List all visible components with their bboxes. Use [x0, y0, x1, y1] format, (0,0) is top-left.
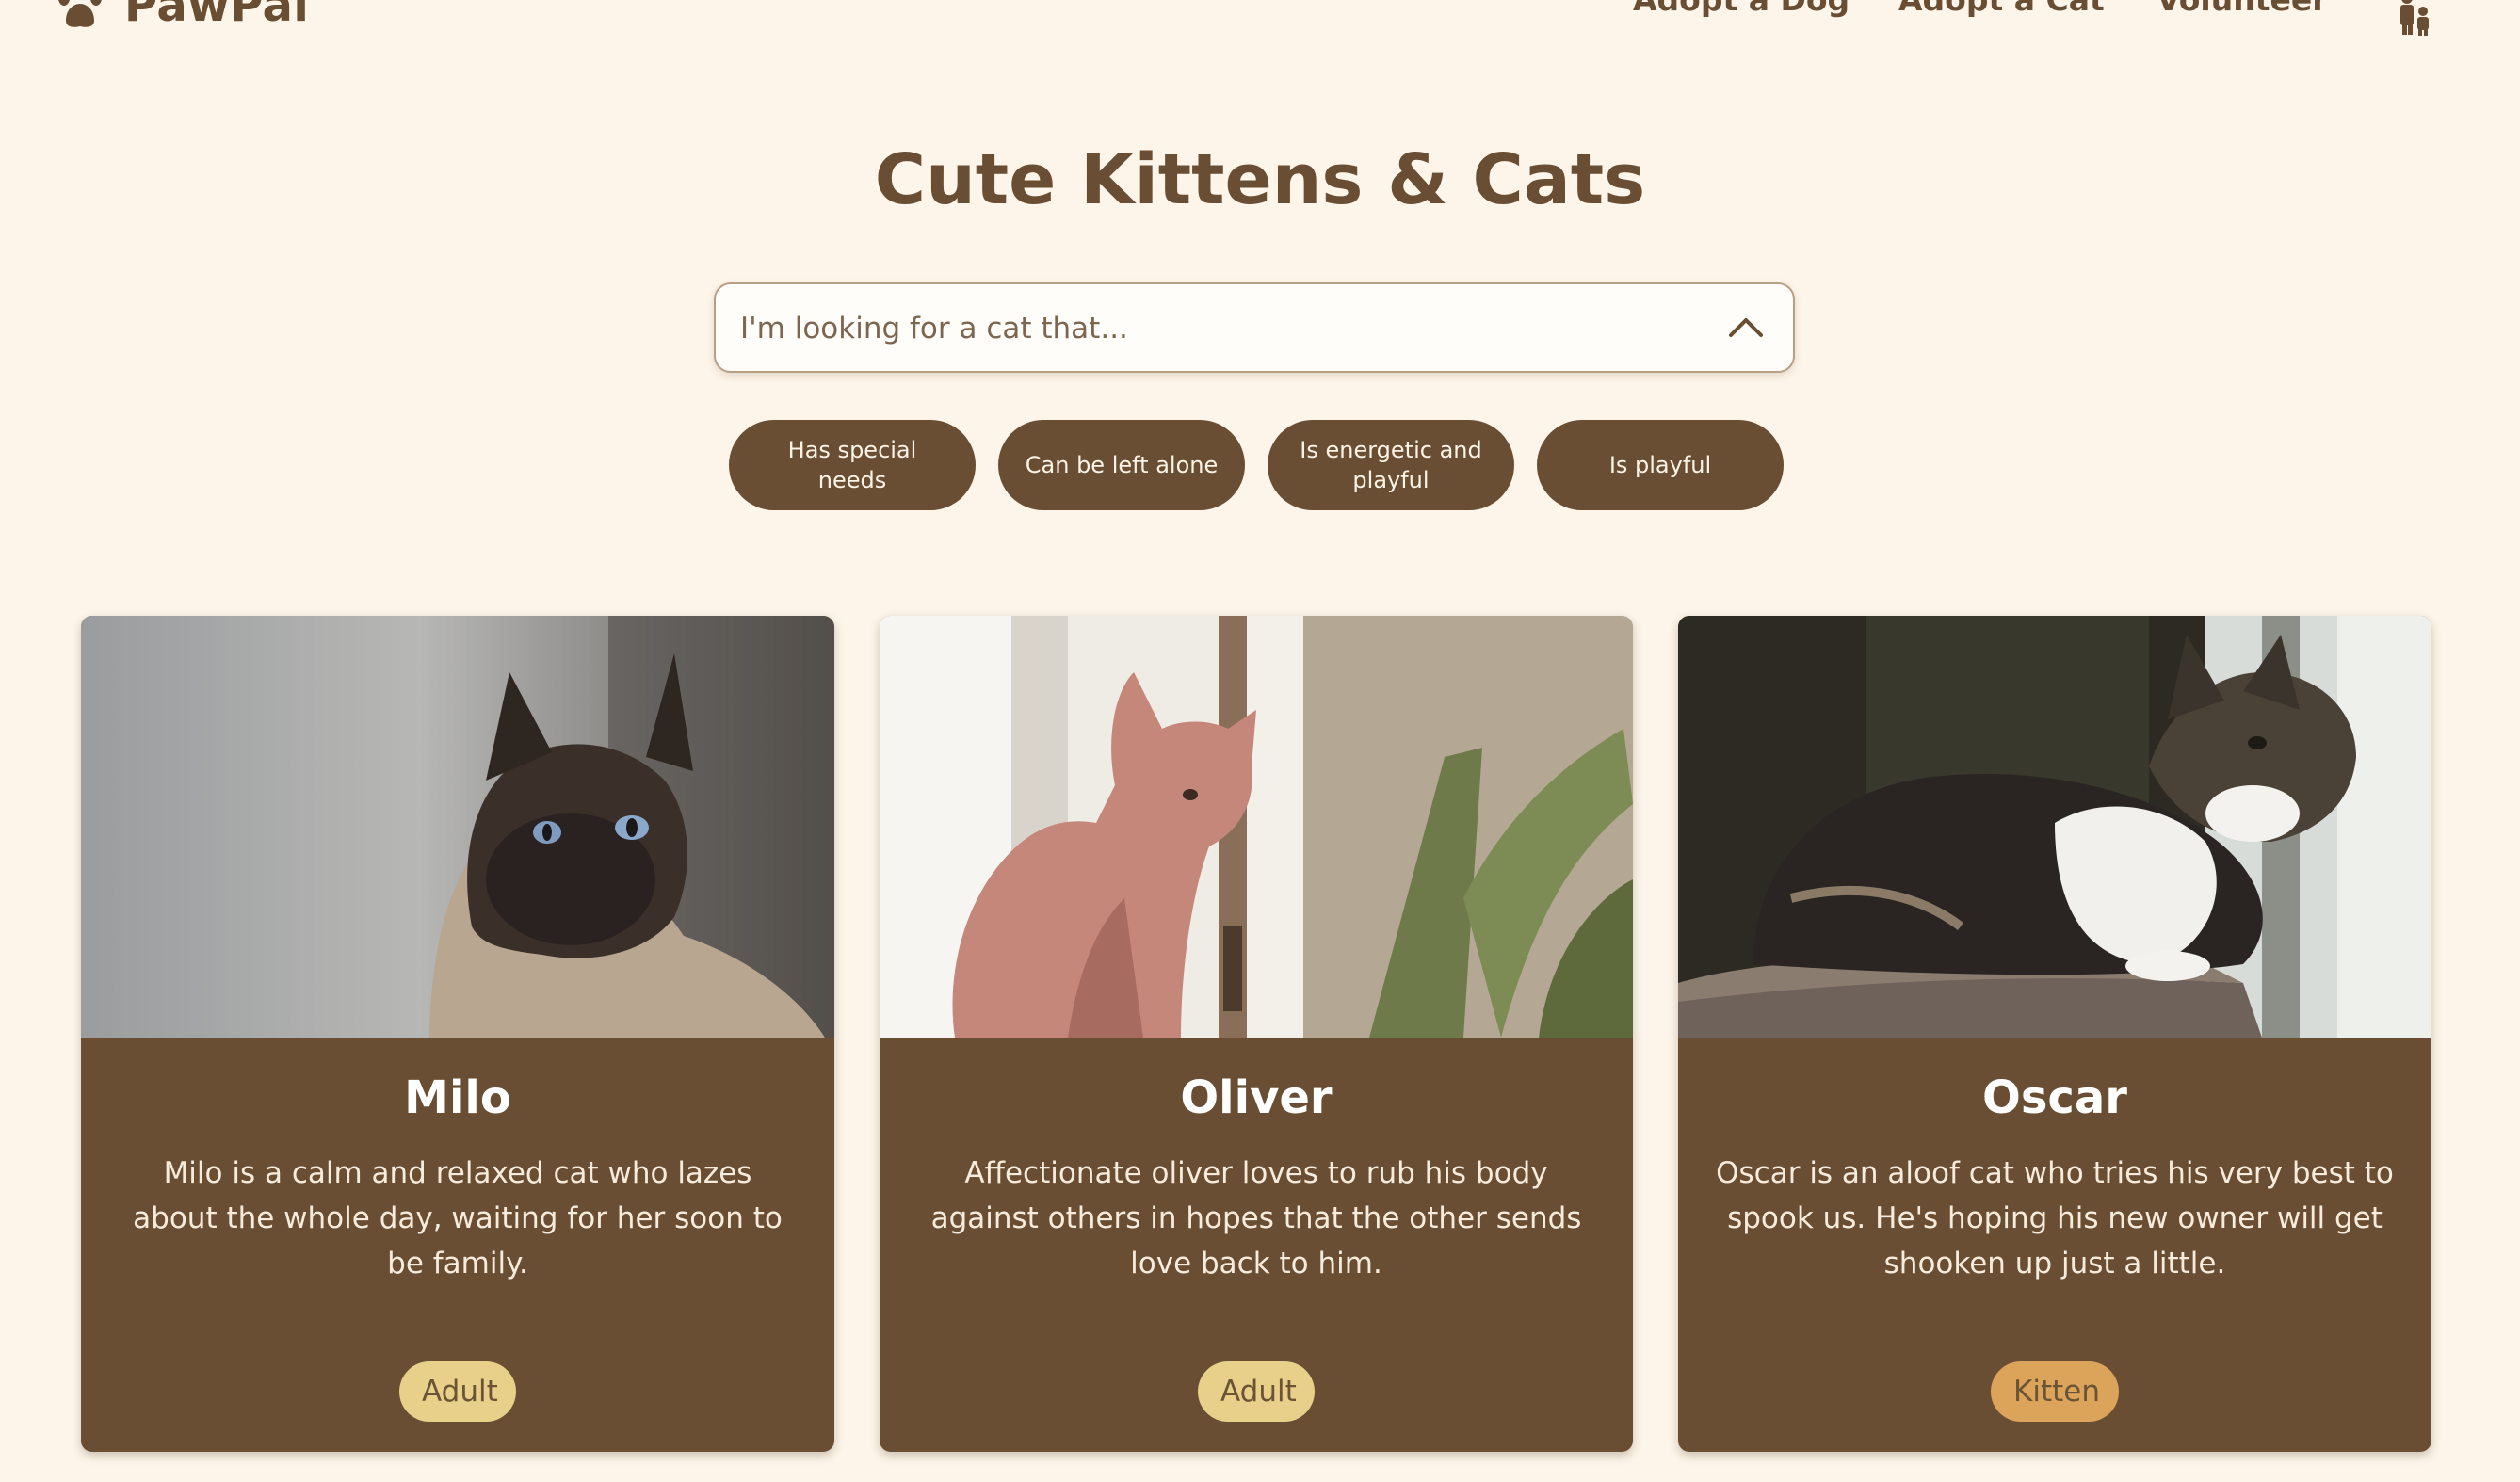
age-badge: Kitten: [1991, 1361, 2119, 1422]
cat-description: Milo is a calm and relaxed cat who lazes…: [133, 1156, 783, 1281]
volunteer-people-icon[interactable]: [2398, 0, 2431, 36]
search-input[interactable]: [738, 284, 1684, 373]
cat-card[interactable]: Oscar Oscar is an aloof cat who tries hi…: [1678, 616, 2431, 1452]
filter-chip-left-alone[interactable]: Can be left alone: [998, 420, 1245, 510]
age-badge: Adult: [1198, 1361, 1315, 1422]
cat-description: Affectionate oliver loves to rub his bod…: [930, 1156, 1582, 1281]
cat-card[interactable]: Oliver Affectionate oliver loves to rub …: [880, 616, 1633, 1452]
nav-link-adopt-dog[interactable]: Adopt a Dog: [1633, 0, 1850, 18]
page-title: Cute Kittens & Cats: [874, 139, 1646, 220]
top-nav: PawPal Adopt a Dog Adopt a Cat Volunteer: [0, 0, 2520, 56]
nav-link-adopt-cat[interactable]: Adopt a Cat: [1898, 0, 2105, 18]
chevron-up-icon[interactable]: [1727, 313, 1765, 341]
cat-card[interactable]: Milo Milo is a calm and relaxed cat who …: [81, 616, 834, 1452]
age-badge: Adult: [399, 1361, 516, 1422]
cat-name: Milo: [404, 1071, 511, 1124]
cat-photo: [1678, 616, 2431, 1038]
filter-chip-playful[interactable]: Is playful: [1537, 420, 1784, 510]
search-box: [714, 282, 1795, 373]
cat-name: Oscar: [1982, 1071, 2127, 1124]
cat-photo: [880, 616, 1633, 1038]
filter-chip-energetic[interactable]: Is energetic and playful: [1268, 420, 1514, 510]
filter-chips: Has special needs Can be left alone Is e…: [0, 420, 2520, 510]
cat-photo: [81, 616, 834, 1038]
filter-chip-special-needs[interactable]: Has special needs: [729, 420, 976, 510]
nav-links: Adopt a Dog Adopt a Cat Volunteer: [0, 0, 2520, 38]
nav-link-volunteer[interactable]: Volunteer: [2157, 0, 2328, 18]
cat-name: Oliver: [1180, 1071, 1333, 1124]
cat-description: Oscar is an aloof cat who tries his very…: [1716, 1156, 2394, 1281]
